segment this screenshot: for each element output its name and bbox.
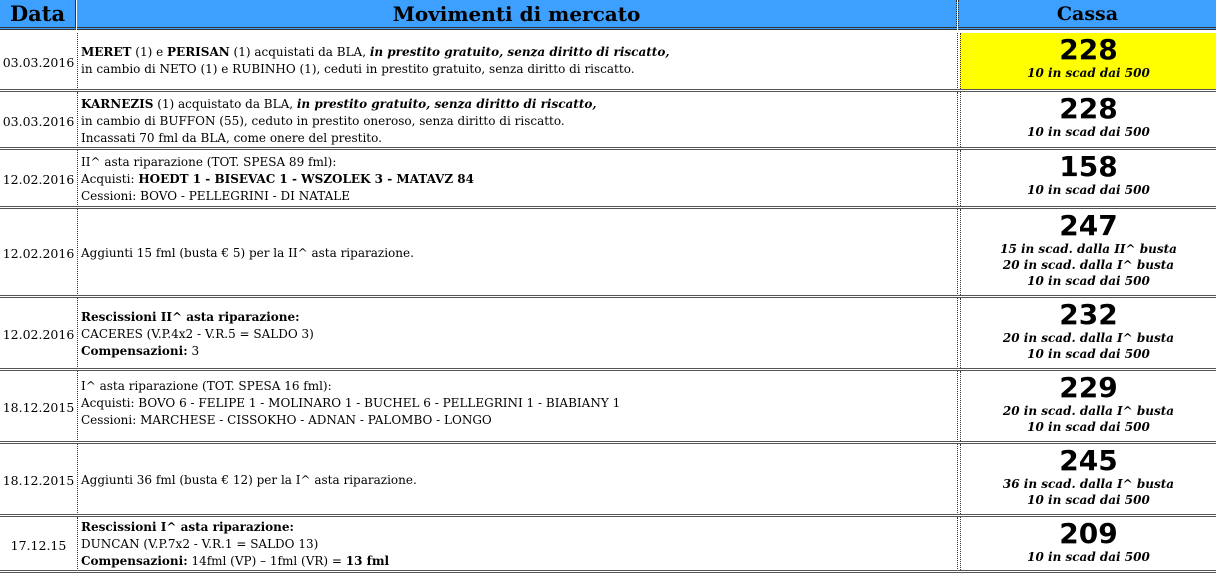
desc-line: II^ asta riparazione (TOT. SPESA 89 fml)… [81,155,337,169]
cash-note: 10 in scad dai 500 [1027,493,1150,507]
desc-label: Compensazioni: [81,554,188,568]
row-date: 03.03.2016 [0,33,78,92]
cash-note: 36 in scad. dalla I^ busta [1002,477,1175,491]
cash-cell: 209 10 in scad dai 500 [960,517,1216,570]
player-name: PERISAN [167,45,230,59]
cash-cell: 232 20 in scad. dalla I^ busta 10 in sca… [960,298,1216,368]
desc-line: Aggiunti 15 fml (busta € 5) per la II^ a… [81,246,414,260]
cash-note: 10 in scad dai 500 [1027,420,1150,434]
cash-value: 209 [1059,517,1118,550]
cash-cell: 229 20 in scad. dalla I^ busta 10 in sca… [960,371,1216,441]
header-movements: Movimenti di mercato [77,0,957,30]
loan-terms: in prestito gratuito, senza diritto di r… [369,45,670,59]
row-date: 12.02.2016 [0,150,78,209]
cash-value: 232 [1059,298,1118,331]
row-date: 17.12.15 [0,517,78,573]
desc-heading: Rescissioni I^ asta riparazione: [81,520,294,534]
table-row: 12.02.2016 Aggiunti 15 fml (busta € 5) p… [0,209,1216,298]
table-row: 18.12.2015 Aggiunti 36 fml (busta € 12) … [0,444,1216,517]
cash-value: 228 [1059,33,1118,66]
desc-text: 14fml (VP) – 1fml (VR) = [187,554,346,568]
cash-note: 10 in scad dai 500 [1027,183,1150,197]
row-description: Rescissioni II^ asta riparazione: CACERE… [78,298,958,371]
cash-value: 245 [1059,444,1118,477]
market-movements-sheet: Data Movimenti di mercato Cassa 03.03.20… [0,0,1216,573]
table-row: 12.02.2016 Rescissioni II^ asta riparazi… [0,298,1216,371]
header-cash: Cassa [958,0,1216,30]
row-date: 03.03.2016 [0,92,78,150]
cash-note: 10 in scad dai 500 [1027,347,1150,361]
desc-text: (1) acquistato da BLA, [153,97,297,111]
cash-note: 10 in scad dai 500 [1027,274,1150,288]
table-row: 12.02.2016 II^ asta riparazione (TOT. SP… [0,150,1216,209]
cash-value: 247 [1059,209,1118,242]
cash-value: 228 [1059,92,1118,125]
player-name: KARNEZIS [81,97,154,111]
desc-total: 13 fml [345,554,390,568]
header-date: Data [0,0,76,30]
cash-note: 20 in scad. dalla I^ busta [1002,258,1175,272]
row-description: KARNEZIS (1) acquistato da BLA, in prest… [78,92,958,150]
row-description: Aggiunti 15 fml (busta € 5) per la II^ a… [78,209,958,298]
desc-text: (1) acquistati da BLA, [229,45,370,59]
table-row: 03.03.2016 MERET (1) e PERISAN (1) acqui… [0,33,1216,92]
row-description: I^ asta riparazione (TOT. SPESA 16 fml):… [78,371,958,444]
desc-line: Cessioni: MARCHESE - CISSOKHO - ADNAN - … [81,413,492,427]
desc-line: Incassati 70 fml da BLA, come onere del … [81,131,382,145]
desc-label: Compensazioni: [81,344,188,358]
desc-line: DUNCAN (V.P.7x2 - V.R.1 = SALDO 13) [81,537,319,551]
cash-value: 158 [1059,150,1118,183]
table-row: 03.03.2016 KARNEZIS (1) acquistato da BL… [0,92,1216,150]
table-row: 17.12.15 Rescissioni I^ asta riparazione… [0,517,1216,573]
loan-terms: in prestito gratuito, senza diritto di r… [296,97,597,111]
cash-cell: 228 10 in scad dai 500 [960,92,1216,147]
desc-line: in cambio di BUFFON (55), ceduto in pres… [81,114,565,128]
desc-line: Cessioni: BOVO - PELLEGRINI - DI NATALE [81,189,350,203]
cash-cell: 245 36 in scad. dalla I^ busta 10 in sca… [960,444,1216,514]
desc-line: Aggiunti 36 fml (busta € 12) per la I^ a… [81,473,417,487]
row-description: II^ asta riparazione (TOT. SPESA 89 fml)… [78,150,958,209]
cash-note: 20 in scad. dalla I^ busta [1002,331,1175,345]
row-description: MERET (1) e PERISAN (1) acquistati da BL… [78,33,958,92]
row-date: 12.02.2016 [0,298,78,371]
player-name: MERET [81,45,132,59]
row-date: 18.12.2015 [0,444,78,517]
desc-text: Acquisti: [81,172,139,186]
cash-note: 10 in scad dai 500 [1027,550,1150,564]
desc-heading: Rescissioni II^ asta riparazione: [81,310,300,324]
cash-note: 10 in scad dai 500 [1027,125,1150,139]
desc-line: CACERES (V.P.4x2 - V.R.5 = SALDO 3) [81,327,314,341]
cash-cell: 247 15 in scad. dalla II^ busta 20 in sc… [960,209,1216,295]
desc-line: in cambio di NETO (1) e RUBINHO (1), ced… [81,62,635,76]
cash-note: 15 in scad. dalla II^ busta [1000,242,1177,256]
cash-cell: 158 10 in scad dai 500 [960,150,1216,206]
cash-value: 229 [1059,371,1118,404]
desc-text: 3 [187,344,200,358]
desc-line: I^ asta riparazione (TOT. SPESA 16 fml): [81,379,332,393]
cash-note: 10 in scad dai 500 [1027,66,1150,80]
row-date: 18.12.2015 [0,371,78,444]
row-description: Rescissioni I^ asta riparazione: DUNCAN … [78,517,958,573]
cash-note: 20 in scad. dalla I^ busta [1002,404,1175,418]
cash-cell: 228 10 in scad dai 500 [960,33,1216,89]
table-row: 18.12.2015 I^ asta riparazione (TOT. SPE… [0,371,1216,444]
row-description: Aggiunti 36 fml (busta € 12) per la I^ a… [78,444,958,517]
row-date: 12.02.2016 [0,209,78,298]
player-list: HOEDT 1 - BISEVAC 1 - WSZOLEK 3 - MATAVZ… [138,172,474,186]
desc-text: (1) e [131,45,168,59]
desc-line: Acquisti: BOVO 6 - FELIPE 1 - MOLINARO 1… [81,396,621,410]
